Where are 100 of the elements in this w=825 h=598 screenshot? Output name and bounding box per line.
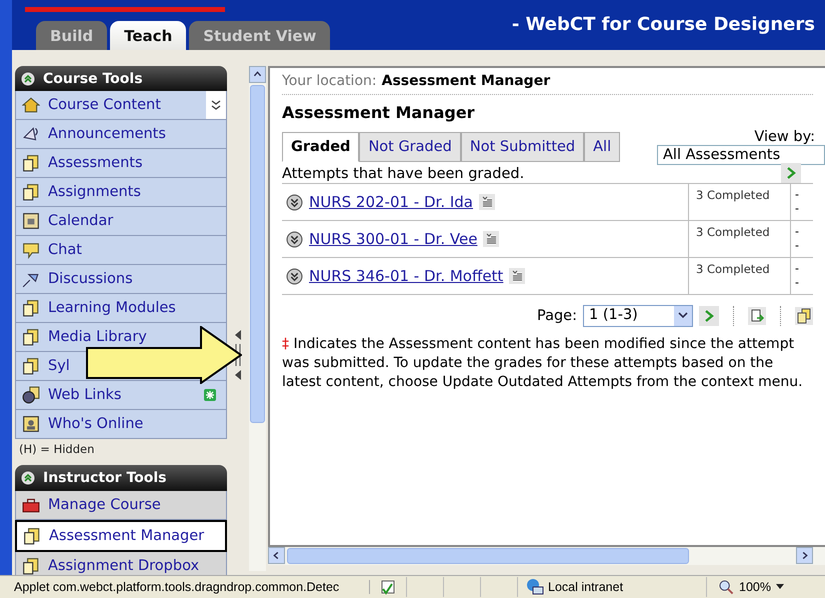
scroll-up-icon[interactable] [249, 66, 266, 83]
dropdown-icon [678, 312, 688, 320]
site-title: - WebCT for Course Designers [512, 14, 815, 34]
document-icon [22, 154, 40, 172]
speaker-icon [22, 125, 40, 143]
dropdown-icon[interactable] [776, 584, 784, 590]
expand-icon[interactable] [286, 230, 303, 248]
tool-label: Course Content [48, 97, 161, 113]
document-icon [22, 328, 40, 346]
status-cell: 3 Completed [688, 184, 790, 220]
tool-label: Syl [48, 358, 70, 374]
filter-tab[interactable]: Graded [282, 132, 360, 162]
network-globe-icon [526, 578, 544, 596]
document-icon [22, 557, 40, 575]
tool-label: Learning Modules [48, 300, 176, 316]
zoom-level[interactable]: 100% [739, 580, 771, 594]
page-select[interactable]: 1 (1-3) [583, 305, 693, 327]
expand-icon[interactable] [286, 194, 303, 210]
tool-link[interactable]: Web Links [15, 381, 227, 410]
tool-link[interactable]: Learning Modules [15, 294, 227, 323]
collapse-left-icon[interactable] [234, 369, 242, 381]
location-value: Assessment Manager [382, 73, 550, 89]
tool-label: Assessments [48, 155, 143, 171]
document-icon [22, 183, 40, 201]
filter-tab[interactable]: Not Submitted [460, 132, 584, 162]
double-chevron-icon [211, 99, 221, 111]
collapse-icon[interactable] [21, 72, 35, 86]
tool-link[interactable]: Who's Online [15, 410, 227, 439]
page-label: Page: [537, 308, 577, 324]
person-frame-icon [22, 415, 40, 433]
export-icon[interactable] [748, 307, 766, 325]
tool-link[interactable]: Announcements [15, 120, 227, 149]
zone-text: Local intranet [548, 580, 624, 594]
tool-link[interactable]: Assessment Manager [15, 520, 227, 552]
tool-link[interactable]: Chat [15, 236, 227, 265]
table-cell-text: - [795, 202, 800, 216]
tool-label: Chat [48, 242, 82, 258]
tool-label: Announcements [48, 126, 166, 142]
document-icon [22, 357, 40, 375]
horizontal-scrollbar[interactable] [268, 547, 825, 565]
table-cell-text: - [795, 239, 800, 253]
tool-label: Assessment Manager [49, 528, 204, 544]
status-cell: 3 Completed [688, 258, 790, 294]
go-button[interactable] [781, 163, 801, 183]
tool-label: Assignments [48, 184, 141, 200]
vertical-scrollbar[interactable] [249, 66, 266, 571]
status-text: Applet com.webct.platform.tools.dragndrop.common.Detec [0, 580, 370, 594]
tool-link[interactable]: Calendar [15, 207, 227, 236]
tool-link[interactable]: Assignments [15, 178, 227, 207]
section-title: Instructor Tools [43, 470, 167, 486]
course-link[interactable]: NURS 300-01 - Dr. Vee [309, 230, 478, 248]
house-icon [22, 96, 40, 114]
menu-chevron-button[interactable] [206, 91, 226, 119]
context-menu-icon[interactable] [509, 268, 526, 284]
tool-link[interactable]: Course Content [15, 91, 227, 120]
table-cell-text: - [795, 262, 800, 276]
page-heading: Assessment Manager [282, 103, 476, 122]
collapse-left-icon[interactable] [234, 329, 242, 341]
filter-tab[interactable]: Not Graded [359, 132, 461, 162]
copy-icon[interactable] [795, 307, 813, 325]
course-link[interactable]: NURS 202-01 - Dr. Ida [309, 193, 474, 211]
globe-icon [22, 386, 40, 404]
table-cell-text: - [795, 188, 800, 202]
description-text: Attempts that have been graded. [282, 166, 524, 183]
context-menu-icon[interactable] [479, 194, 496, 210]
tool-link[interactable]: Discussions [15, 265, 227, 294]
mode-tab[interactable]: Teach [110, 21, 186, 50]
scroll-left-icon[interactable] [268, 547, 285, 564]
tool-label: Assignment Dropbox [48, 558, 200, 574]
calendar-icon [22, 212, 40, 230]
course-link[interactable]: NURS 346-01 - Dr. Moffett [309, 267, 504, 285]
status-cell: 3 Completed [688, 221, 790, 257]
table-cell-text: - [795, 225, 800, 239]
toolbox-icon [22, 496, 40, 514]
tool-link[interactable]: Manage Course [15, 491, 227, 520]
speech-bubble-icon [22, 241, 40, 259]
note-text: ‡ Indicates the Assessment content has been modified since the attempt was submitted. To update the grades for these attempts based on the latest content, choose Update Outdated Attempts from the context menu. [282, 335, 803, 392]
document-icon [22, 299, 40, 317]
table-cell-text: - [795, 276, 800, 290]
tool-link[interactable]: Assignment Dropbox [15, 552, 227, 575]
view-by-select[interactable]: All Assessments [657, 145, 825, 165]
tool-label: Who's Online [48, 416, 144, 432]
context-menu-icon[interactable] [483, 231, 500, 247]
tool-label: Discussions [48, 271, 133, 287]
hidden-legend: (H) = Hidden [15, 439, 227, 459]
expand-icon[interactable] [286, 268, 303, 284]
tool-link[interactable]: Assessments [15, 149, 227, 178]
document-icon [23, 527, 41, 545]
zoom-icon[interactable] [719, 580, 734, 594]
tool-label: Media Library [48, 329, 147, 345]
tool-label: Manage Course [48, 497, 161, 513]
location-label: Your location: [282, 73, 377, 89]
tool-label: Web Links [48, 387, 122, 403]
chevron-right-icon [786, 167, 796, 179]
scroll-right-icon[interactable] [796, 547, 813, 564]
filter-tab[interactable]: All [584, 132, 620, 162]
collapse-icon[interactable] [21, 471, 35, 485]
chevron-right-icon [704, 310, 714, 322]
go-button[interactable] [699, 306, 719, 326]
section-title: Course Tools [43, 70, 143, 86]
